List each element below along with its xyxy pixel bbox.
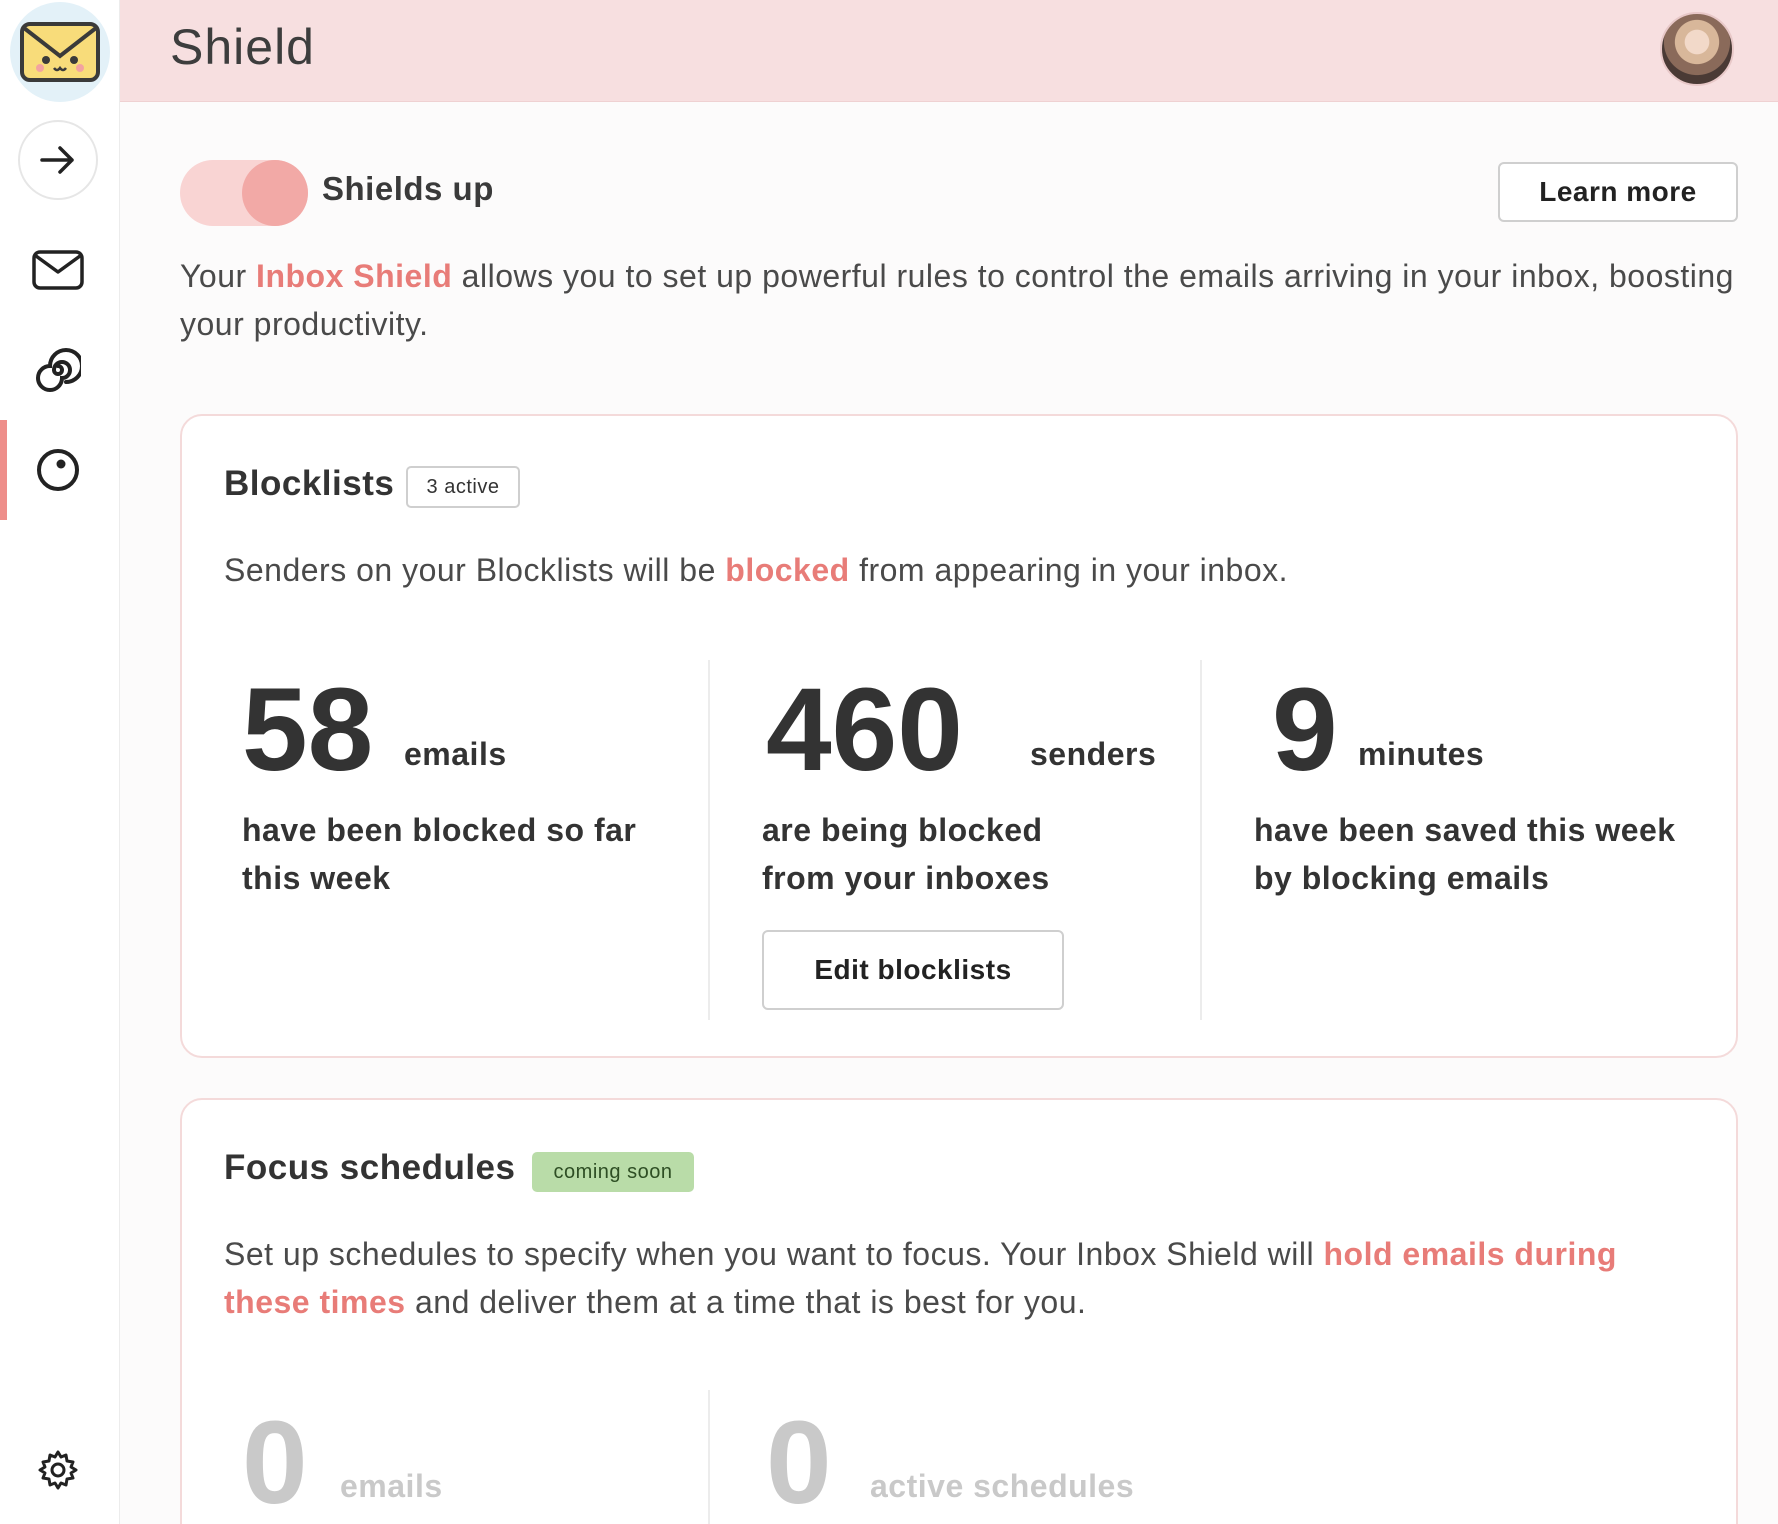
shields-toggle[interactable] xyxy=(180,160,308,226)
focus-title: Focus schedules xyxy=(224,1148,516,1187)
blocklists-description: Senders on your Blocklists will be block… xyxy=(224,546,1654,594)
sidebar-item-shield[interactable] xyxy=(18,430,98,510)
stat-divider xyxy=(708,1390,710,1524)
active-schedules-unit: active schedules xyxy=(870,1468,1135,1504)
sidebar-item-spiral[interactable] xyxy=(18,330,98,410)
emails-blocked-value: 58 xyxy=(242,664,374,796)
stat-divider xyxy=(1200,660,1202,1020)
focus-description: Set up schedules to specify when you wan… xyxy=(224,1230,1654,1326)
coming-soon-badge: coming soon xyxy=(532,1152,694,1192)
page-title: Shield xyxy=(170,19,315,75)
blocklists-desc-highlight: blocked xyxy=(725,552,850,588)
sidebar-item-inbox[interactable] xyxy=(18,230,98,310)
stat-divider xyxy=(708,660,710,1020)
avatar[interactable] xyxy=(1660,12,1734,86)
active-count-badge: 3 active xyxy=(406,466,520,508)
shield-icon xyxy=(37,449,79,491)
spiral-icon xyxy=(36,348,81,392)
header: Shield xyxy=(120,0,1778,102)
gear-icon xyxy=(38,1450,78,1490)
shields-toggle-label: Shields up xyxy=(322,170,494,207)
focus-desc-prefix: Set up schedules to specify when you wan… xyxy=(224,1236,1324,1272)
senders-blocked-unit: senders xyxy=(1030,736,1157,772)
held-emails-unit: emails xyxy=(340,1468,443,1504)
mail-icon xyxy=(32,250,84,290)
intro-text: Your Inbox Shield allows you to set up p… xyxy=(180,252,1740,348)
learn-more-button[interactable]: Learn more xyxy=(1498,162,1738,222)
intro-highlight: Inbox Shield xyxy=(256,258,453,294)
minutes-saved-value: 9 xyxy=(1272,664,1338,796)
blocklists-card: Blocklists 3 active Senders on your Bloc… xyxy=(180,414,1738,1058)
focus-desc-suffix: and deliver them at a time that is best … xyxy=(405,1284,1087,1320)
settings-button[interactable] xyxy=(18,1430,98,1510)
edit-blocklists-button[interactable]: Edit blocklists xyxy=(762,930,1064,1010)
main-content: Shields up Learn more Your Inbox Shield … xyxy=(120,102,1778,1524)
sidebar xyxy=(0,0,120,1524)
emails-blocked-unit: emails xyxy=(404,736,507,772)
intro-prefix: Your xyxy=(180,258,257,294)
active-indicator xyxy=(0,420,7,520)
blocklists-desc-prefix: Senders on your Blocklists will be xyxy=(224,552,726,588)
arrow-right-icon xyxy=(40,146,74,174)
blocklists-desc-suffix: from appearing in your inbox. xyxy=(849,552,1289,588)
senders-blocked-desc: are being blocked from your inboxes xyxy=(762,812,1050,896)
senders-blocked-value: 460 xyxy=(766,664,963,796)
app-logo[interactable] xyxy=(10,2,110,102)
blocklists-title: Blocklists xyxy=(224,464,395,503)
toggle-knob xyxy=(242,160,308,226)
minutes-saved-unit: minutes xyxy=(1358,736,1485,772)
active-schedules-value: 0 xyxy=(766,1397,832,1524)
held-emails-value: 0 xyxy=(242,1397,308,1524)
focus-schedules-card: Focus schedules coming soon Set up sched… xyxy=(180,1098,1738,1524)
forward-button[interactable] xyxy=(18,120,98,200)
emails-blocked-desc: have been blocked so far this week xyxy=(242,812,637,896)
envelope-logo-icon xyxy=(20,22,100,82)
minutes-saved-desc: have been saved this week by blocking em… xyxy=(1254,812,1676,896)
